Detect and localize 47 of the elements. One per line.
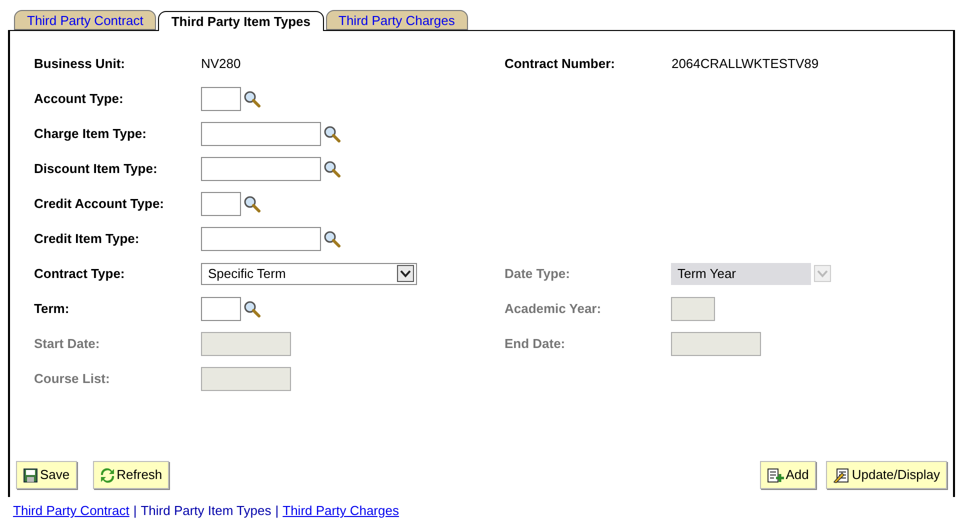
separator: |: [275, 502, 279, 520]
input-field[interactable]: [201, 226, 321, 250]
action-button[interactable]: Add: [760, 461, 816, 489]
field-label: Start Date:: [34, 336, 100, 351]
field-label: Term:: [34, 301, 70, 316]
search-icon[interactable]: [243, 90, 261, 108]
caret-icon: [814, 265, 832, 282]
field-label: Credit Item Type:: [34, 231, 140, 246]
action-button[interactable]: Update/Display: [826, 461, 947, 489]
field-label: Contract Number:: [504, 56, 615, 71]
input-field[interactable]: [201, 122, 321, 146]
field-label: Discount Item Type:: [34, 161, 158, 176]
field-label: End Date:: [504, 336, 566, 351]
field-label: Account Type:: [34, 91, 124, 106]
field-label: Credit Account Type:: [34, 196, 164, 211]
search-icon[interactable]: [243, 194, 261, 212]
input-field[interactable]: [201, 192, 241, 216]
search-icon[interactable]: [323, 124, 341, 142]
field-label: Business Unit:: [34, 56, 126, 71]
field-label: Course List:: [34, 371, 110, 386]
search-icon[interactable]: [323, 230, 341, 248]
input-field[interactable]: [201, 86, 241, 110]
action-button[interactable]: Refresh: [92, 461, 170, 489]
edit-document-icon: [832, 468, 850, 482]
caret-icon: [397, 265, 414, 282]
field-label: Contract Type:: [34, 266, 125, 281]
search-icon[interactable]: [323, 160, 341, 178]
search-icon[interactable]: [243, 300, 261, 318]
field-label: Date Type:: [504, 266, 570, 281]
dropdown[interactable]: Specific Term: [201, 262, 417, 284]
input-field: [671, 296, 716, 320]
link[interactable]: Third Party Charges: [282, 501, 399, 520]
input-field[interactable]: [201, 296, 241, 320]
field-value: 2064CRALLWKTESTV89: [671, 54, 819, 73]
tab[interactable]: Third Party Contract: [14, 10, 156, 30]
link[interactable]: Third Party Contract: [13, 501, 130, 520]
field-value: NV280: [201, 54, 241, 73]
tab[interactable]: Third Party Item Types: [158, 11, 324, 31]
separator: |: [133, 502, 137, 520]
action-button[interactable]: Save: [16, 461, 77, 489]
add-document-icon: [766, 468, 784, 482]
current-page-label: Third Party Item Types: [140, 502, 272, 520]
field-label: Academic Year:: [504, 301, 602, 316]
refresh-icon: [100, 468, 115, 482]
field-label: Charge Item Type:: [34, 126, 146, 141]
tab[interactable]: Third Party Charges: [326, 10, 468, 30]
input-field[interactable]: [201, 156, 321, 180]
